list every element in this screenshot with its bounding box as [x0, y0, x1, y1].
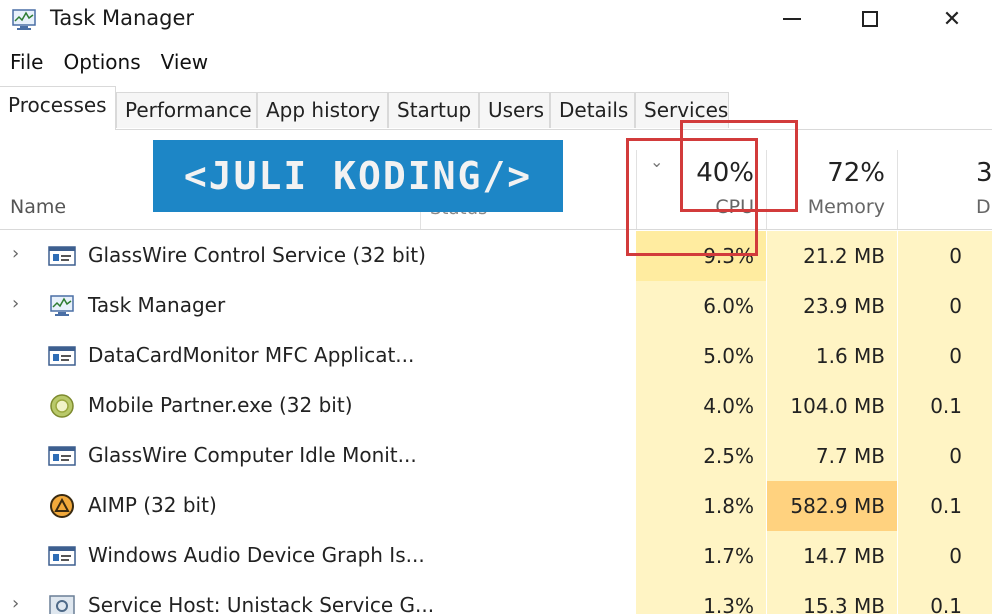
process-memory: 15.3 MB — [767, 581, 897, 614]
menu-file[interactable]: File — [0, 48, 53, 80]
process-cpu: 5.0% — [636, 331, 766, 381]
process-memory: 582.9 MB — [767, 481, 897, 531]
watermark-banner: <JULI KODING/> — [153, 140, 563, 212]
window-title: Task Manager — [50, 6, 195, 30]
process-memory: 14.7 MB — [767, 531, 897, 581]
service-window-icon — [48, 246, 76, 266]
menu-options[interactable]: Options — [53, 48, 150, 80]
tab-details[interactable]: Details — [550, 92, 635, 128]
process-disk: 0 — [898, 281, 992, 331]
process-row[interactable]: AIMP (32 bit) 1.8% 582.9 MB 0.1 — [0, 481, 992, 531]
process-row[interactable]: › GlassWire Control Service (32 bit) 9.3… — [0, 231, 992, 281]
close-icon: ✕ — [942, 6, 962, 32]
process-memory: 104.0 MB — [767, 381, 897, 431]
process-name: Windows Audio Device Graph Is... — [88, 543, 425, 567]
tab-performance[interactable]: Performance — [116, 92, 257, 128]
service-host-icon — [49, 595, 75, 614]
task-manager-icon — [50, 295, 74, 316]
close-button[interactable]: ✕ — [912, 0, 992, 38]
process-name: GlassWire Computer Idle Monit... — [88, 443, 417, 467]
process-disk: 0 — [898, 231, 992, 281]
process-name: Service Host: Unistack Service G... — [88, 593, 435, 614]
maximize-icon — [862, 11, 878, 27]
cpu-percent-highlight-box — [680, 120, 798, 212]
minimize-button[interactable] — [752, 0, 832, 38]
process-name: Mobile Partner.exe (32 bit) — [88, 393, 353, 417]
task-manager-icon — [12, 9, 36, 30]
aimp-icon — [50, 494, 74, 518]
process-memory: 23.9 MB — [767, 281, 897, 331]
tab-app-history[interactable]: App history — [257, 92, 388, 128]
process-disk: 0 — [898, 431, 992, 481]
process-name: Task Manager — [88, 293, 226, 317]
disk-total-percent[interactable]: 3 — [976, 158, 992, 188]
process-name: AIMP (32 bit) — [88, 493, 217, 517]
maximize-button[interactable] — [830, 0, 910, 38]
minimize-icon — [783, 18, 801, 20]
process-memory: 21.2 MB — [767, 231, 897, 281]
process-disk: 0.1 — [898, 381, 992, 431]
tab-users[interactable]: Users — [479, 92, 550, 128]
process-memory: 7.7 MB — [767, 431, 897, 481]
column-separator[interactable] — [897, 150, 898, 230]
disk-column-header[interactable]: D — [976, 196, 992, 218]
process-cpu: 1.7% — [636, 531, 766, 581]
mobile-partner-icon — [50, 394, 74, 418]
expand-chevron-icon[interactable]: › — [12, 243, 19, 264]
expand-chevron-icon[interactable]: › — [12, 593, 19, 614]
service-window-icon — [48, 546, 76, 566]
title-bar: Task Manager ✕ — [0, 0, 992, 40]
process-row[interactable]: › Task Manager 6.0% 23.9 MB 0 — [0, 281, 992, 331]
process-cpu: 2.5% — [636, 431, 766, 481]
expand-chevron-icon[interactable]: › — [12, 293, 19, 314]
process-row[interactable]: Windows Audio Device Graph Is... 1.7% 14… — [0, 531, 992, 581]
service-window-icon — [48, 346, 76, 366]
process-row[interactable]: DataCardMonitor MFC Applicat... 5.0% 1.6… — [0, 331, 992, 381]
tab-processes[interactable]: Processes — [0, 86, 116, 130]
process-disk: 0.1 — [898, 481, 992, 531]
process-cpu: 6.0% — [636, 281, 766, 331]
process-name: GlassWire Control Service (32 bit) — [88, 243, 426, 267]
process-disk: 0 — [898, 331, 992, 381]
menu-view[interactable]: View — [151, 48, 218, 80]
process-name: DataCardMonitor MFC Applicat... — [88, 343, 415, 367]
service-window-icon — [48, 446, 76, 466]
process-row[interactable]: › Service Host: Unistack Service G... 1.… — [0, 581, 992, 614]
menu-bar: File Options View — [0, 48, 218, 82]
column-name-header[interactable]: Name — [10, 196, 66, 218]
process-row[interactable]: Mobile Partner.exe (32 bit) 4.0% 104.0 M… — [0, 381, 992, 431]
tab-startup[interactable]: Startup — [388, 92, 479, 128]
process-memory: 1.6 MB — [767, 331, 897, 381]
process-disk: 0 — [898, 531, 992, 581]
process-cpu: 4.0% — [636, 381, 766, 431]
process-cpu: 1.3% — [636, 581, 766, 614]
process-disk: 0.1 — [898, 581, 992, 614]
process-cpu: 1.8% — [636, 481, 766, 531]
header-divider — [0, 229, 992, 230]
tabs-divider — [0, 129, 992, 130]
process-row[interactable]: GlassWire Computer Idle Monit... 2.5% 7.… — [0, 431, 992, 481]
